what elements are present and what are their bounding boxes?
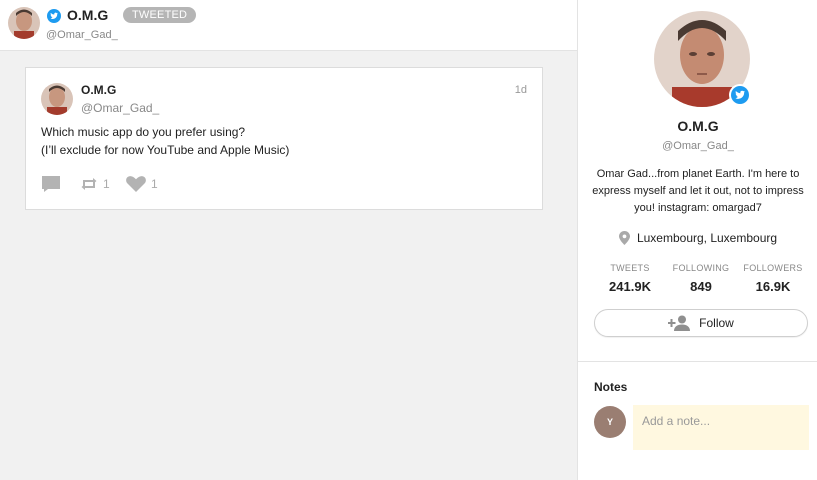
add-note-input[interactable] (633, 405, 809, 450)
tweet-text-line: (I’ll exclude for now YouTube and Apple … (41, 143, 290, 157)
stat-following[interactable]: FOLLOWING 849 (661, 263, 741, 294)
stat-followers[interactable]: FOLLOWERS 16.9K (733, 263, 813, 294)
location-text: Luxembourg, Luxembourg (636, 231, 778, 245)
stat-tweets[interactable]: TWEETS 241.9K (590, 263, 670, 294)
stat-label: FOLLOWERS (743, 263, 803, 273)
tweet-author-name[interactable]: O.M.G (81, 83, 116, 97)
user-avatar[interactable] (8, 7, 40, 39)
follow-label: Follow (699, 316, 734, 330)
reply-button[interactable] (41, 174, 61, 194)
panel-divider (578, 361, 817, 362)
tweet-author-handle[interactable]: @Omar_Gad_ (81, 101, 159, 115)
like-button[interactable]: 1 (125, 174, 158, 194)
twitter-bird-icon (47, 9, 61, 23)
note-author-avatar: Y (594, 406, 626, 438)
tweet-timestamp[interactable]: 1d (515, 84, 527, 96)
tweeted-badge: TWEETED (123, 7, 197, 23)
like-count: 1 (151, 177, 158, 191)
profile-location: Luxembourg, Luxembourg (578, 231, 817, 245)
conversation-header: O.M.G TWEETED @Omar_Gad_ (0, 0, 577, 51)
tweet-text-line: Which music app do you prefer using? (41, 125, 246, 139)
twitter-bird-icon (735, 90, 746, 99)
location-pin-icon (618, 231, 630, 245)
retweet-count: 1 (103, 177, 110, 191)
add-person-icon (668, 315, 691, 331)
follow-button[interactable]: Follow (594, 309, 808, 337)
retweet-icon (81, 178, 97, 190)
stat-label: TWEETS (610, 263, 650, 273)
retweet-button[interactable]: 1 (79, 174, 110, 194)
tweet-author-avatar[interactable] (41, 83, 73, 115)
conversation-feed: O.M.G @Omar_Gad_ 1d Which music app do y… (0, 51, 577, 480)
tweet-text: Which music app do you prefer using? (I’… (41, 123, 289, 159)
verified-twitter-badge (729, 84, 751, 106)
notes-title: Notes (594, 380, 628, 394)
stat-value: 849 (690, 279, 712, 294)
stat-value: 241.9K (609, 279, 651, 294)
header-name[interactable]: O.M.G (67, 7, 108, 23)
heart-icon (126, 176, 146, 192)
stat-label: FOLLOWING (672, 263, 730, 273)
stat-value: 16.9K (755, 279, 791, 294)
reply-icon (42, 176, 60, 192)
profile-bio: Omar Gad...from planet Earth. I'm here t… (592, 168, 804, 214)
tweet-card[interactable]: O.M.G @Omar_Gad_ 1d Which music app do y… (25, 67, 543, 210)
profile-name[interactable]: O.M.G (578, 118, 817, 134)
profile-handle[interactable]: @Omar_Gad_ (578, 140, 817, 152)
profile-panel: O.M.G @Omar_Gad_ Omar Gad...from planet … (577, 0, 817, 480)
header-handle[interactable]: @Omar_Gad_ (46, 29, 118, 41)
